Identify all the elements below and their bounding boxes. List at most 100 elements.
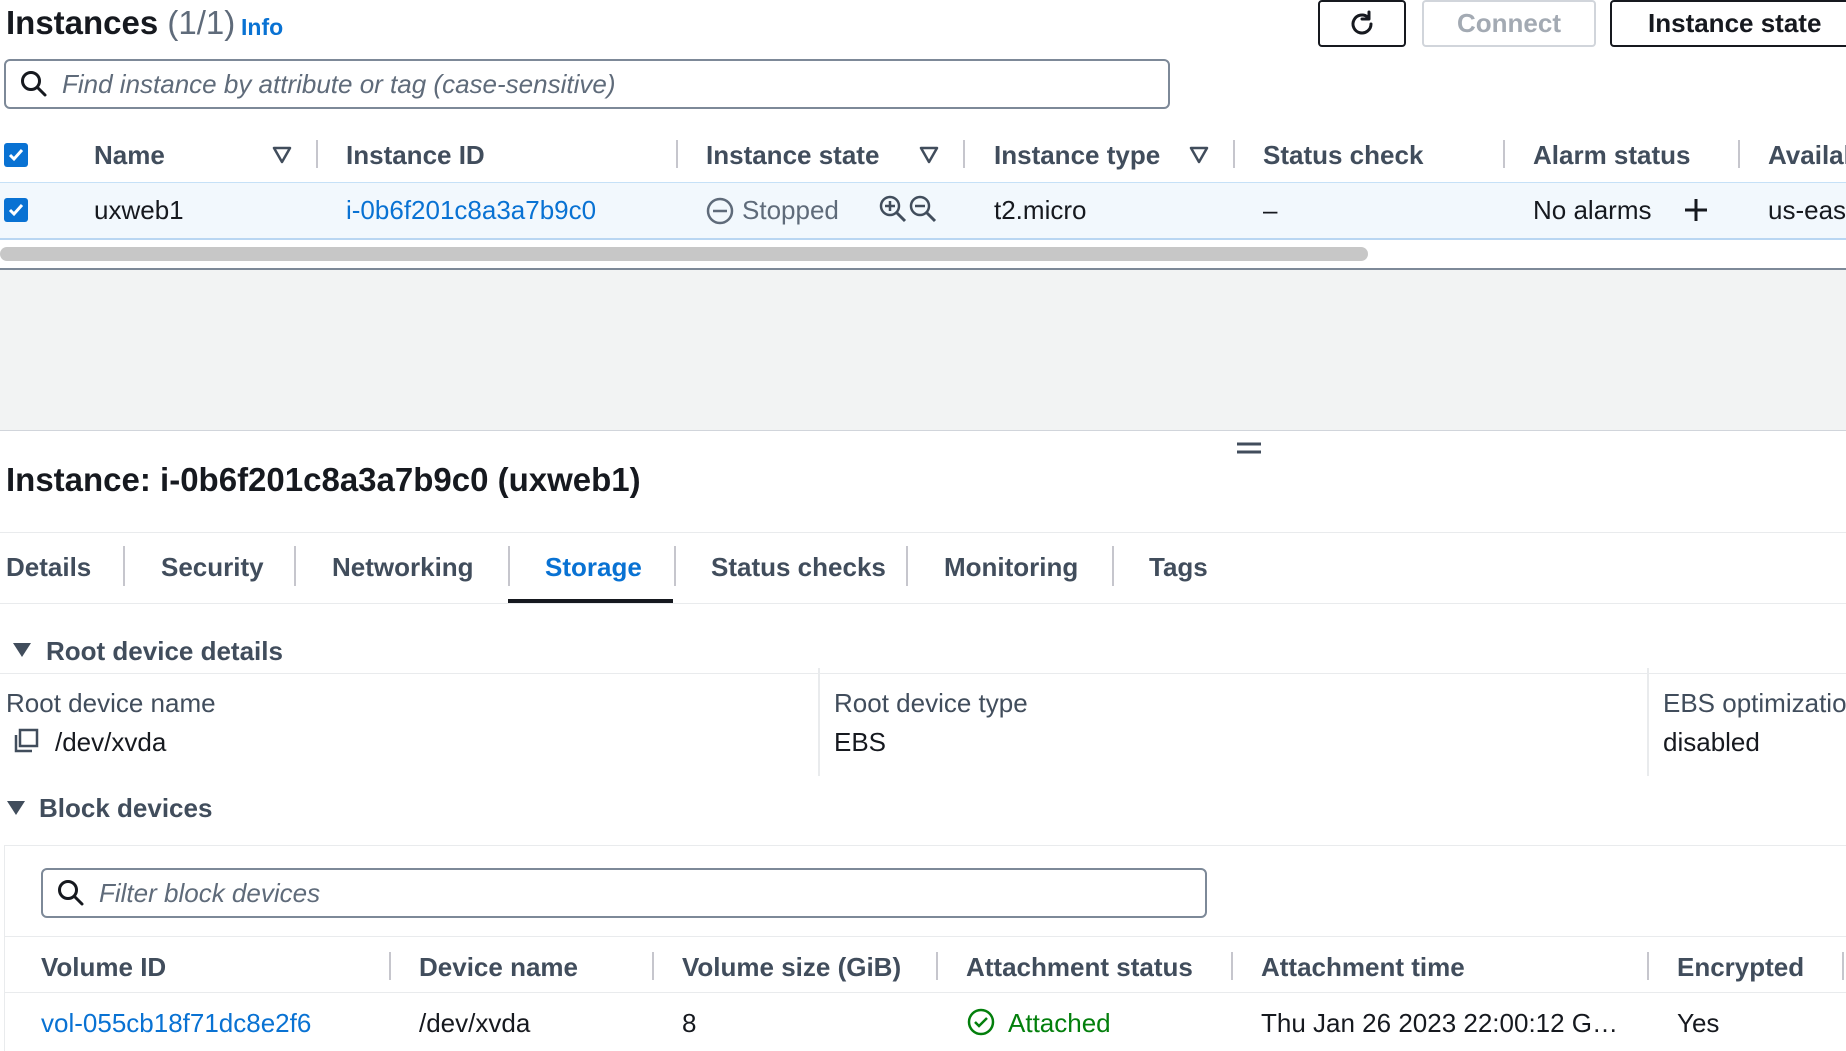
add-alarm-icon[interactable]	[1683, 197, 1709, 223]
column-separator[interactable]	[1503, 140, 1505, 168]
column-header-instance-type[interactable]: Instance type	[994, 140, 1160, 171]
column-separator[interactable]	[936, 952, 938, 980]
zoom-in-icon[interactable]	[878, 194, 908, 224]
filter-triangle-icon[interactable]	[272, 146, 292, 164]
search-icon	[58, 880, 84, 906]
instance-state-value: Stopped	[742, 195, 839, 225]
select-all-checkbox[interactable]	[4, 143, 28, 167]
column-header-availability[interactable]: Availal	[1768, 140, 1846, 171]
column-header-device-name[interactable]: Device name	[419, 952, 578, 983]
instance-state-label: Instance state	[1648, 8, 1822, 38]
column-separator[interactable]	[1738, 140, 1740, 168]
info-link[interactable]: Info	[241, 14, 283, 41]
root-device-section-title[interactable]: Root device details	[46, 636, 283, 667]
tab-status-checks[interactable]: Status checks	[711, 552, 886, 583]
tab-separator	[906, 546, 908, 586]
tab-separator	[508, 546, 510, 586]
tab-security[interactable]: Security	[161, 552, 264, 583]
tab-separator	[294, 546, 296, 586]
column-header-attachment-time[interactable]: Attachment time	[1261, 952, 1465, 983]
filter-block-devices-input[interactable]: Filter block devices	[41, 868, 1207, 918]
attachment-status-value: Attached	[1008, 1008, 1111, 1038]
row-checkbox[interactable]	[4, 198, 28, 222]
column-header-encrypted[interactable]: Encrypted	[1677, 952, 1804, 983]
ebs-optimization-value: disabled	[1663, 727, 1760, 757]
cell-attachment-time: Thu Jan 26 2023 22:00:12 G…	[1261, 1008, 1619, 1038]
column-divider	[818, 668, 820, 776]
column-header-name[interactable]: Name	[94, 140, 165, 171]
column-header-volume-size[interactable]: Volume size (GiB)	[682, 952, 901, 983]
column-separator[interactable]	[389, 952, 391, 980]
instance-state-button[interactable]: Instance state	[1610, 0, 1846, 47]
split-panel-gap	[0, 270, 1846, 431]
instance-details-title: Instance: i-0b6f201c8a3a7b9c0 (uxweb1)	[6, 461, 641, 498]
column-header-volume-id[interactable]: Volume ID	[41, 952, 166, 983]
cell-volume-size: 8	[682, 1008, 697, 1038]
filter-placeholder: Filter block devices	[99, 877, 321, 908]
cell-encrypted: Yes	[1677, 1008, 1720, 1038]
success-check-icon	[967, 1008, 995, 1036]
column-header-instance-state[interactable]: Instance state	[706, 140, 879, 171]
filter-triangle-icon[interactable]	[1189, 146, 1209, 164]
column-separator[interactable]	[1647, 952, 1649, 980]
connect-button[interactable]: Connect	[1422, 0, 1596, 47]
block-devices-section-title[interactable]: Block devices	[39, 793, 212, 824]
tab-details[interactable]: Details	[6, 552, 91, 583]
stopped-icon	[706, 197, 734, 225]
page-title: Instances (1/1)	[6, 4, 235, 42]
column-separator[interactable]	[652, 952, 654, 980]
volume-id-link[interactable]: vol-055cb18f71dc8e2f6	[41, 1008, 311, 1039]
instance-id-link[interactable]: i-0b6f201c8a3a7b9c0	[346, 195, 596, 226]
tab-separator	[123, 546, 125, 586]
search-placeholder: Find instance by attribute or tag (case-…	[62, 68, 616, 99]
horizontal-scrollbar[interactable]	[0, 247, 1368, 261]
refresh-button[interactable]	[1318, 0, 1406, 47]
column-separator[interactable]	[316, 140, 318, 168]
tab-tags[interactable]: Tags	[1149, 552, 1208, 583]
divider	[0, 603, 1846, 604]
divider	[0, 532, 1846, 533]
copy-icon[interactable]	[12, 728, 40, 754]
divider	[0, 673, 1846, 674]
refresh-icon	[1351, 10, 1373, 34]
zoom-out-icon[interactable]	[908, 194, 938, 224]
cell-alarm-status: No alarms	[1533, 195, 1652, 225]
column-separator[interactable]	[963, 140, 965, 168]
filter-triangle-icon[interactable]	[919, 146, 939, 164]
instance-count: (1/1)	[167, 4, 236, 41]
collapse-caret-icon[interactable]	[6, 800, 26, 816]
column-divider	[1647, 668, 1649, 776]
drag-handle-icon[interactable]	[1236, 440, 1262, 456]
root-device-type-value: EBS	[834, 727, 887, 757]
column-header-attachment-status[interactable]: Attachment status	[966, 952, 1193, 983]
tab-separator	[674, 546, 676, 586]
column-header-status-check[interactable]: Status check	[1263, 140, 1423, 171]
cell-status-check: –	[1263, 195, 1278, 225]
root-device-type-label: Root device type	[834, 688, 1028, 718]
collapse-caret-icon[interactable]	[12, 642, 32, 658]
tab-separator	[1112, 546, 1114, 586]
search-icon	[21, 71, 47, 97]
search-input[interactable]: Find instance by attribute or tag (case-…	[4, 59, 1170, 109]
divider	[4, 936, 1846, 937]
root-device-name-value: /dev/xvda	[55, 727, 167, 757]
check-icon	[8, 204, 24, 217]
page-title-text: Instances	[6, 4, 159, 41]
column-separator[interactable]	[676, 140, 678, 168]
column-separator[interactable]	[1842, 952, 1844, 980]
tab-monitoring[interactable]: Monitoring	[944, 552, 1078, 583]
cell-availability: us-east	[1768, 195, 1846, 225]
ebs-optimization-label: EBS optimizatio	[1663, 688, 1846, 718]
cell-device-name: /dev/xvda	[419, 1008, 531, 1038]
divider	[4, 992, 1846, 993]
column-header-instance-id[interactable]: Instance ID	[346, 140, 485, 171]
column-separator[interactable]	[1231, 952, 1233, 980]
cell-instance-type: t2.micro	[994, 195, 1087, 225]
check-icon	[8, 149, 24, 162]
tab-storage[interactable]: Storage	[545, 552, 642, 583]
root-device-name-label: Root device name	[6, 688, 216, 718]
column-separator[interactable]	[1233, 140, 1235, 168]
tab-networking[interactable]: Networking	[332, 552, 474, 583]
column-header-alarm-status[interactable]: Alarm status	[1533, 140, 1691, 171]
cell-name: uxweb1	[94, 195, 184, 225]
